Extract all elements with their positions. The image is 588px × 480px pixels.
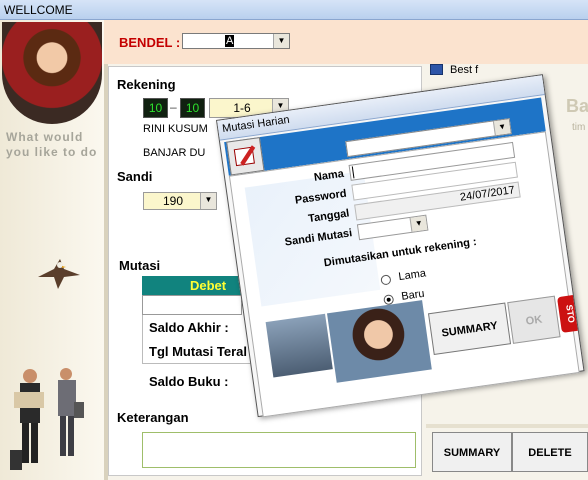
bendel-select[interactable]: A ▼ xyxy=(182,33,290,49)
account-name: RINI KUSUM xyxy=(143,123,208,135)
chevron-down-icon[interactable]: ▼ xyxy=(273,34,289,48)
banner-text: Ba xyxy=(566,96,588,116)
mutasi-harian-dialog: Mutasi Harian ▼ Nama Password Tanggal Sa… xyxy=(216,74,585,418)
dialog-ok-button[interactable]: OK xyxy=(507,295,561,344)
dialog-title: Mutasi Harian xyxy=(221,113,291,136)
rekening-type-value: 1-6 xyxy=(233,101,251,115)
bottom-panel-divider xyxy=(426,424,588,428)
keterangan-label: Keterangan xyxy=(117,410,189,425)
sandi-label: Sandi xyxy=(117,169,153,184)
bendel-label: BENDEL : xyxy=(119,35,181,50)
eagle-icon xyxy=(38,259,80,289)
business-people-image xyxy=(10,368,84,470)
best-link[interactable]: Best f xyxy=(450,64,478,76)
sidebar-slogan: What would you like to do xyxy=(6,130,98,159)
chevron-down-icon[interactable]: ▼ xyxy=(409,215,428,232)
banner-subtext: tim xyxy=(572,122,586,133)
saldo-akhir-label: Saldo Akhir : xyxy=(149,320,229,335)
woman-glasses-photo-image xyxy=(327,300,432,383)
window-titlebar: WELLCOME xyxy=(0,0,588,20)
tgl-mutasi-label: Tgl Mutasi Teral xyxy=(149,344,247,359)
chevron-down-icon[interactable]: ▼ xyxy=(492,119,511,136)
account-address: BANJAR DU xyxy=(143,147,206,159)
woman-photo-image xyxy=(2,22,102,124)
rekening-label: Rekening xyxy=(117,77,176,92)
window-title: WELLCOME xyxy=(4,3,73,17)
document-edit-icon xyxy=(226,137,265,176)
book-icon[interactable] xyxy=(430,64,443,75)
delete-button[interactable]: DELETE xyxy=(512,432,588,472)
keterangan-field[interactable] xyxy=(142,432,416,468)
office-photo-image xyxy=(265,313,333,378)
rekening-dash: – xyxy=(170,100,177,114)
rekening-code2-field[interactable]: 10 xyxy=(180,98,205,118)
debet-field[interactable] xyxy=(142,295,242,315)
saldo-buku-label: Saldo Buku : xyxy=(149,374,229,389)
mutasi-label: Mutasi xyxy=(119,258,161,273)
sandi-select[interactable]: 190 ▼ xyxy=(143,192,217,210)
summary-button[interactable]: SUMMARY xyxy=(432,432,512,472)
rekening-code1-field[interactable]: 10 xyxy=(143,98,168,118)
sandi-value: 190 xyxy=(162,194,184,208)
chevron-down-icon[interactable]: ▼ xyxy=(200,193,216,209)
bendel-value: A xyxy=(225,35,235,47)
